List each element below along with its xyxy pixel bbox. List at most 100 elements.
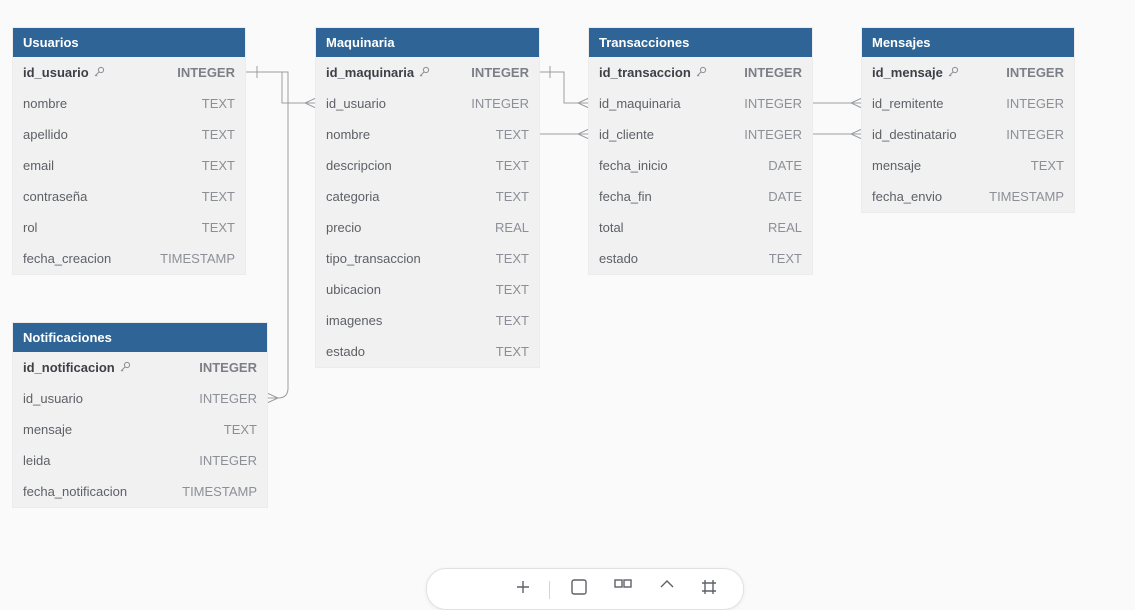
column-row[interactable]: total REAL [589,212,812,243]
key-icon [696,66,706,77]
note-icon[interactable] [569,577,589,597]
column-row[interactable]: fecha_envio TIMESTAMP [862,181,1074,212]
primary-key-row[interactable]: id_mensaje INTEGER [862,57,1074,88]
column-name-text: precio [326,220,362,235]
column-name: id_mensaje [872,57,959,88]
column-row[interactable]: id_maquinaria INTEGER [589,88,812,119]
table-mensajes[interactable]: Mensajes id_mensaje INTEGER id_remitente INT… [862,28,1074,212]
table-transacciones[interactable]: Transacciones id_transaccion INTEGER id_maq… [589,28,812,274]
column-row[interactable]: leida INTEGER [13,445,267,476]
column-name-text: id_maquinaria [326,65,415,80]
column-name-text: mensaje [23,422,73,437]
crow-foot-notificaciones [266,392,280,404]
column-type: TEXT [495,313,529,328]
column-name-text: email [23,158,55,173]
column-row[interactable]: ubicacion TEXT [316,274,539,305]
column-name: nombre [326,119,370,150]
column-name: estado [326,336,365,367]
primary-key-row[interactable]: id_transaccion INTEGER [589,57,812,88]
column-row[interactable]: id_usuario INTEGER [316,88,539,119]
column-name: ubicacion [326,274,381,305]
toolbar-divider [549,581,550,599]
column-row[interactable]: nombre TEXT [316,119,539,150]
column-row[interactable]: id_usuario INTEGER [13,383,267,414]
primary-key-row[interactable]: id_usuario INTEGER [13,57,245,88]
column-row[interactable]: tipo_transaccion TEXT [316,243,539,274]
column-name: leida [23,445,50,476]
table-header[interactable]: Notificaciones [13,323,267,352]
primary-key-row[interactable]: id_maquinaria INTEGER [316,57,539,88]
column-type: TEXT [201,220,235,235]
table-header[interactable]: Transacciones [589,28,812,57]
column-type: TIMESTAMP [182,484,257,499]
column-name: tipo_transaccion [326,243,421,274]
column-name: id_usuario [23,57,105,88]
frame-icon[interactable] [699,577,719,597]
column-row[interactable]: fecha_creacion TIMESTAMP [13,243,245,274]
column-name: fecha_creacion [23,243,111,274]
column-name-text: fecha_creacion [23,251,112,266]
column-name-text: fecha_inicio [599,158,668,173]
column-name: fecha_inicio [599,150,668,181]
table-maquinaria[interactable]: Maquinaria id_maquinaria INTEGER id_usuario… [316,28,539,367]
column-row[interactable]: apellido TEXT [13,119,245,150]
primary-key-row[interactable]: id_notificacion INTEGER [13,352,267,383]
column-name: id_maquinaria [326,57,430,88]
table-header[interactable]: Maquinaria [316,28,539,57]
column-row[interactable]: mensaje TEXT [862,150,1074,181]
column-row[interactable]: precio REAL [316,212,539,243]
column-row[interactable]: nombre TEXT [13,88,245,119]
column-row[interactable]: email TEXT [13,150,245,181]
column-name-text: imagenes [326,313,383,328]
column-type: REAL [768,220,802,235]
crow-foot-maquinaria [303,97,317,109]
column-type: TIMESTAMP [989,189,1064,204]
column-type: INTEGER [1006,96,1064,111]
column-type: REAL [495,220,529,235]
column-row[interactable]: categoria TEXT [316,181,539,212]
column-row[interactable]: id_cliente INTEGER [589,119,812,150]
column-row[interactable]: fecha_fin DATE [589,181,812,212]
column-type: TEXT [495,127,529,142]
column-name: id_usuario [326,88,386,119]
column-type: INTEGER [199,391,257,406]
column-row[interactable]: imagenes TEXT [316,305,539,336]
column-row[interactable]: contraseña TEXT [13,181,245,212]
column-row[interactable]: id_destinatario INTEGER [862,119,1074,150]
column-type: INTEGER [1006,65,1064,80]
column-name-text: total [599,220,624,235]
column-row[interactable]: rol TEXT [13,212,245,243]
table-notificaciones[interactable]: Notificaciones id_notificacion INTEGER id_u… [13,323,267,507]
key-icon [120,361,130,372]
column-type: TIMESTAMP [160,251,235,266]
group-icon[interactable] [613,577,633,597]
column-type: TEXT [495,189,529,204]
column-name: apellido [23,119,68,150]
column-name-text: nombre [23,96,68,111]
table-header[interactable]: Mensajes [862,28,1074,57]
column-row[interactable]: estado TEXT [316,336,539,367]
column-type: DATE [768,189,802,204]
column-name: email [23,150,54,181]
tag-icon[interactable] [657,577,677,597]
diagram-canvas[interactable]: Usuarios id_usuario INTEGER nombre TEXT apell… [0,0,1135,610]
column-name-text: id_cliente [599,127,654,142]
table-header[interactable]: Usuarios [13,28,245,57]
column-name: imagenes [326,305,382,336]
column-name-text: estado [599,251,639,266]
column-row[interactable]: fecha_inicio DATE [589,150,812,181]
column-type: TEXT [223,422,257,437]
column-row[interactable]: estado TEXT [589,243,812,274]
column-row[interactable]: mensaje TEXT [13,414,267,445]
column-name: mensaje [872,150,921,181]
column-name-text: mensaje [872,158,922,173]
column-row[interactable]: descripcion TEXT [316,150,539,181]
column-type: INTEGER [1006,127,1064,142]
add-icon[interactable] [513,577,533,597]
table-usuarios[interactable]: Usuarios id_usuario INTEGER nombre TEXT apell… [13,28,245,274]
column-type: TEXT [768,251,802,266]
column-row[interactable]: fecha_notificacion TIMESTAMP [13,476,267,507]
column-row[interactable]: id_remitente INTEGER [862,88,1074,119]
column-name: descripcion [326,150,392,181]
crow-foot-transacciones-cliente [576,128,590,140]
